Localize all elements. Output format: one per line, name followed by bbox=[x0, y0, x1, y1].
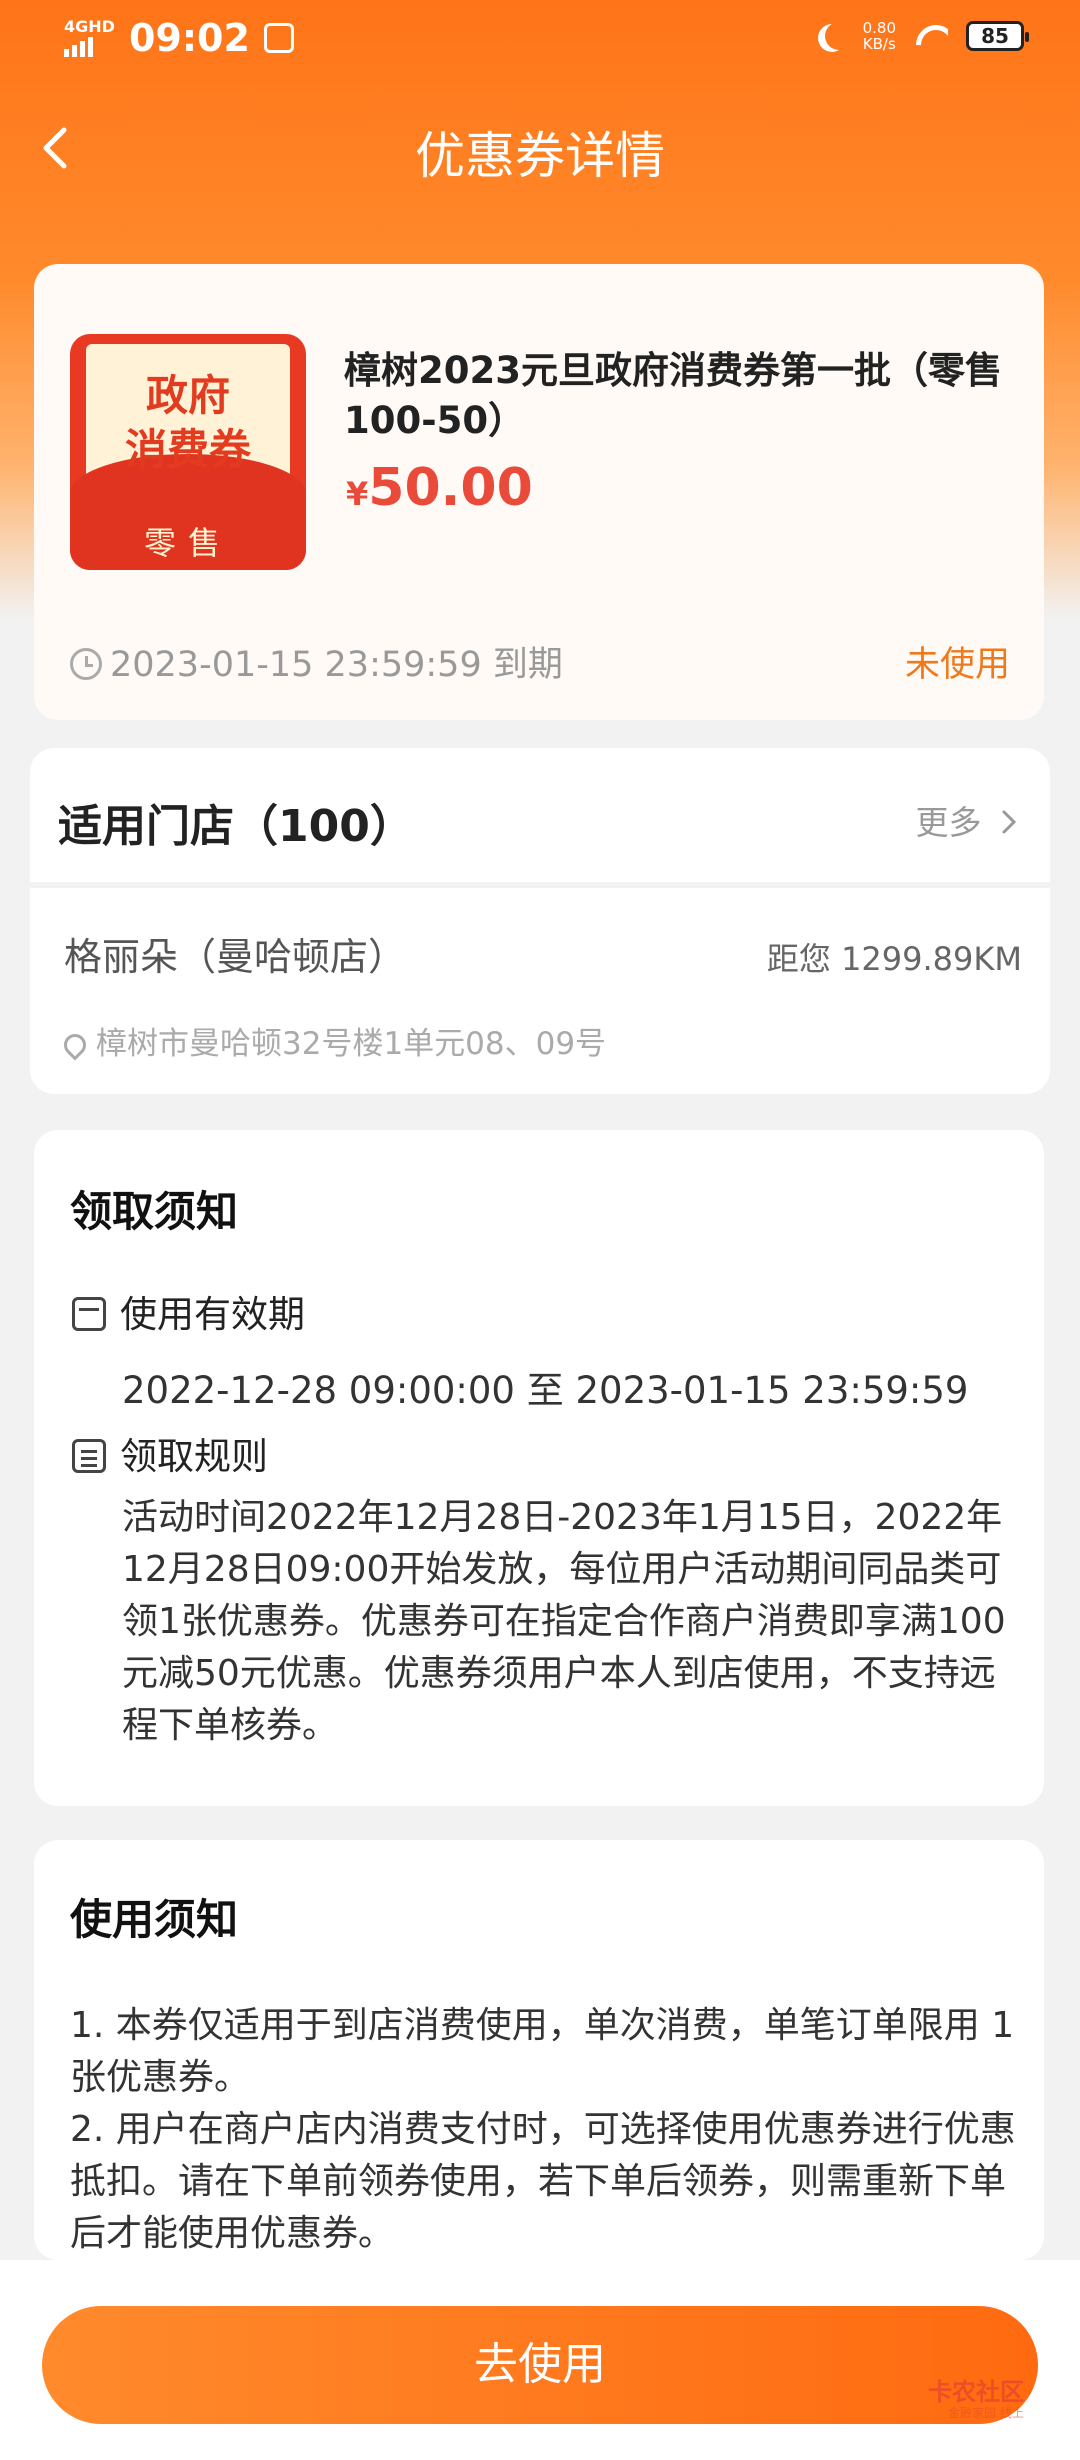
validity-range: 2022-12-28 09:00:00 至 2023-01-15 23:59:5… bbox=[122, 1369, 969, 1412]
usage-notice-title: 使用须知 bbox=[70, 1895, 239, 1944]
more-label: 更多 bbox=[915, 803, 982, 842]
chevron-right-icon bbox=[1002, 810, 1017, 834]
rules-label: 领取规则 bbox=[120, 1435, 268, 1478]
divider bbox=[30, 882, 1050, 888]
coupon-image-text-1: 政府 bbox=[145, 371, 230, 420]
network-type: 4GHD bbox=[64, 17, 115, 36]
receive-notice-card: 领取须知 使用有效期 2022-12-28 09:00:00 至 2023-01… bbox=[34, 1130, 1044, 1806]
usage-notice-card: 使用须知 1. 本券仅适用于到店消费使用，单次消费，单笔订单限用 1 张优惠券。… bbox=[34, 1840, 1044, 2260]
usage-item-1: 1. 本券仅适用于到店消费使用，单次消费，单笔订单限用 1 张优惠券。 bbox=[70, 2005, 1015, 2098]
store-address: 樟树市曼哈顿32号楼1单元08、09号 bbox=[59, 1018, 607, 1063]
usage-item-2: 2. 用户在商户店内消费支付时，可选择使用优惠券进行优惠抵扣。请在下单前领券使用… bbox=[70, 2109, 1016, 2254]
validity-label: 使用有效期 bbox=[120, 1293, 305, 1336]
store-address-text: 樟树市曼哈顿32号楼1单元08、09号 bbox=[96, 1026, 607, 1062]
moon-icon bbox=[825, 22, 853, 50]
store-name: 格丽朵（曼哈顿店） bbox=[64, 935, 407, 979]
signal-indicator: 4GHD bbox=[64, 19, 115, 57]
currency-symbol: ¥ bbox=[346, 475, 369, 513]
validity-row: 使用有效期 bbox=[72, 1284, 305, 1338]
nav-bar: 优惠券详情 bbox=[0, 100, 1080, 196]
coupon-title: 樟树2023元旦政府消费券第一批（零售100-50） bbox=[344, 349, 1002, 442]
calendar-icon bbox=[72, 1297, 106, 1331]
coupon-expiry: 2023-01-15 23:59:59 到期 bbox=[110, 645, 563, 685]
rules-row: 领取规则 bbox=[72, 1426, 268, 1480]
clock-time: 09:02 bbox=[128, 16, 250, 60]
coupon-image-text-2: 消费券 bbox=[124, 425, 251, 474]
store-distance: 距您 1299.89KM bbox=[766, 940, 1022, 978]
speed-value: 0.80 bbox=[862, 19, 896, 37]
signal-bars-icon bbox=[64, 35, 115, 57]
stores-more-link[interactable]: 更多 bbox=[916, 796, 1023, 844]
coupon-status-badge: 未使用 bbox=[904, 645, 1010, 685]
use-coupon-button[interactable]: 去使用 bbox=[42, 2306, 1038, 2424]
coupon-footer: 2023-01-15 23:59:59 到期 未使用 bbox=[70, 636, 1010, 687]
clock-icon bbox=[70, 648, 102, 680]
wifi-icon bbox=[914, 23, 948, 49]
watermark-logo: 卡农社区 bbox=[928, 2378, 1024, 2406]
coupon-price: ¥50.00 bbox=[346, 458, 533, 518]
coupon-card: 政府 消费券 零售 樟树2023元旦政府消费券第一批（零售100-50） ¥50… bbox=[34, 264, 1044, 720]
usage-notice-text: 1. 本券仅适用于到店消费使用，单次消费，单笔订单限用 1 张优惠券。 2. 用… bbox=[70, 2000, 1030, 2260]
page-title: 优惠券详情 bbox=[415, 127, 665, 185]
stores-heading: 适用门店（100） bbox=[58, 801, 414, 852]
coupon-amount: 50.00 bbox=[368, 458, 533, 518]
status-bar: 4GHD 09:02 0.80 KB/s 85 bbox=[0, 0, 1080, 80]
watermark-subtext: 金融家园 线上 bbox=[948, 2406, 1024, 2420]
battery-icon: 85 bbox=[966, 21, 1029, 51]
document-icon bbox=[72, 1439, 106, 1473]
bottom-action-bar: 去使用 卡农社区 金融家园 线上 bbox=[0, 2260, 1080, 2460]
speed-unit: KB/s bbox=[862, 35, 896, 53]
receive-notice-title: 领取须知 bbox=[70, 1187, 239, 1236]
rules-text: 活动时间2022年12月28日-2023年1月15日，2022年12月28日09… bbox=[122, 1497, 1006, 1746]
coupon-image: 政府 消费券 零售 bbox=[70, 334, 306, 570]
stores-card: 适用门店（100） 更多 格丽朵（曼哈顿店） 距您 1299.89KM 樟树市曼… bbox=[30, 748, 1050, 1094]
app-notification-icon bbox=[263, 23, 294, 53]
network-speed: 0.80 KB/s bbox=[863, 20, 896, 52]
coupon-image-text-3: 零售 bbox=[143, 524, 232, 562]
location-pin-icon bbox=[59, 1029, 91, 1061]
